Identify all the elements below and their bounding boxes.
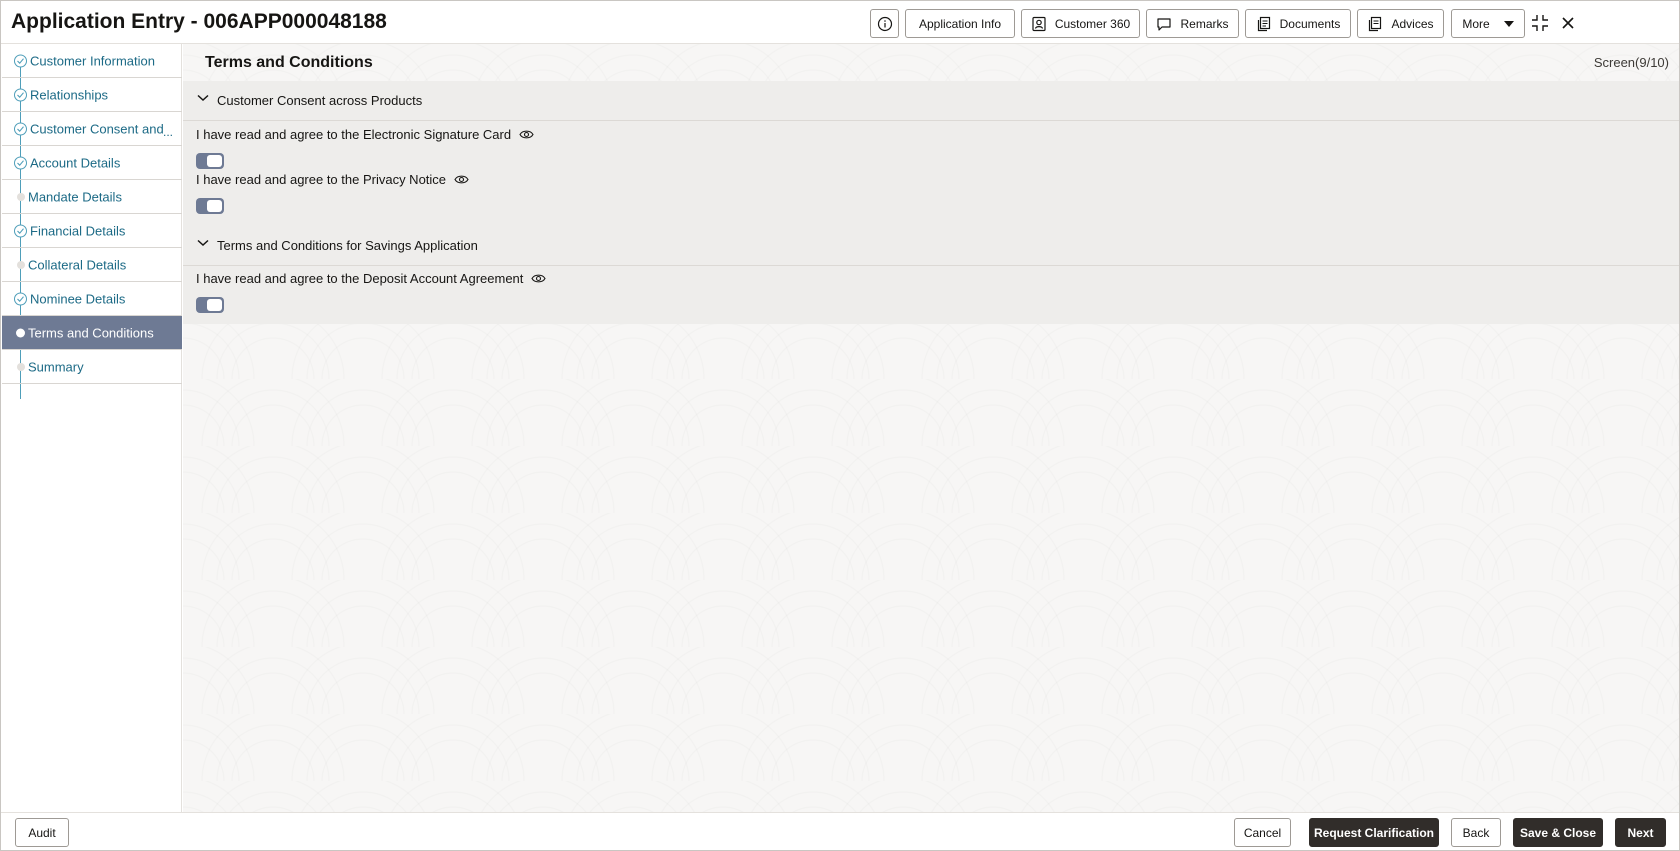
customer-360-button[interactable]: Customer 360 — [1021, 9, 1140, 38]
eye-icon[interactable] — [454, 174, 469, 185]
step-complete-icon — [14, 292, 27, 305]
eye-icon[interactable] — [519, 129, 534, 140]
chevron-down-icon — [197, 239, 209, 247]
screen-indicator: Screen(9/10) — [1593, 55, 1669, 70]
section-title: Customer Consent across Products — [217, 93, 423, 108]
step-collateral-details[interactable]: Collateral Details — [2, 248, 182, 282]
application-info-label: Application Info — [918, 16, 1002, 31]
step-customer-consent[interactable]: Customer Consent and ... — [2, 112, 182, 146]
step-label: Mandate Details — [28, 189, 122, 204]
more-label: More — [1462, 16, 1490, 31]
footer-bar: Audit Cancel Request Clarification Back … — [1, 812, 1679, 850]
advices-icon — [1369, 16, 1382, 31]
advices-button[interactable]: Advices — [1357, 9, 1444, 38]
eye-icon[interactable] — [531, 273, 547, 284]
app-header: Application Entry - 006APP000048188 Appl… — [1, 1, 1679, 44]
customer-360-label: Customer 360 — [1054, 16, 1131, 31]
consent-toggle-electronic-signature[interactable] — [196, 153, 224, 169]
minimize-icon — [1532, 15, 1548, 31]
close-button[interactable] — [1556, 11, 1580, 35]
step-label: Terms and Conditions — [28, 325, 154, 340]
minimize-button[interactable] — [1528, 11, 1552, 35]
sidebar-steps: Customer Information Relationships Custo… — [2, 44, 182, 812]
step-complete-icon — [14, 156, 27, 169]
back-button[interactable]: Back — [1451, 818, 1501, 847]
step-pending-icon — [17, 362, 25, 371]
step-label: Customer Consent and — [30, 121, 164, 136]
consent-toggle-deposit-agreement[interactable] — [196, 297, 224, 313]
consent-label: I have read and agree to the Deposit Acc… — [196, 271, 524, 286]
step-summary[interactable]: Summary — [2, 350, 182, 384]
step-mandate-details[interactable]: Mandate Details — [2, 180, 182, 214]
more-button[interactable]: More — [1451, 9, 1525, 38]
save-close-button[interactable]: Save & Close — [1513, 818, 1603, 847]
next-button[interactable]: Next — [1615, 818, 1666, 847]
page-title: Application Entry - 006APP000048188 — [11, 10, 387, 33]
step-complete-icon — [14, 54, 27, 67]
audit-button[interactable]: Audit — [15, 818, 69, 847]
step-label: Account Details — [30, 155, 121, 170]
documents-button[interactable]: Documents — [1245, 9, 1351, 38]
step-account-details[interactable]: Account Details — [2, 146, 182, 180]
close-icon — [1562, 17, 1574, 29]
consent-item: I have read and agree to the Deposit Acc… — [196, 271, 547, 286]
terms-panel: Customer Consent across Products I have … — [183, 81, 1679, 324]
info-button[interactable] — [870, 9, 899, 38]
section-title: Terms and Conditions for Savings Applica… — [217, 238, 478, 253]
comment-icon — [1157, 17, 1172, 31]
application-info-button[interactable]: Application Info — [905, 9, 1015, 38]
request-clarification-button[interactable]: Request Clarification — [1309, 818, 1439, 847]
step-relationships[interactable]: Relationships — [2, 78, 182, 112]
consent-label: I have read and agree to the Electronic … — [196, 127, 512, 142]
chevron-down-icon — [197, 94, 209, 102]
customer-card-icon — [1032, 16, 1046, 31]
step-label: Financial Details — [30, 223, 126, 238]
cancel-button[interactable]: Cancel — [1234, 818, 1291, 847]
remarks-button[interactable]: Remarks — [1146, 9, 1239, 38]
step-label-ellipsis: ... — [163, 125, 174, 139]
app-window: Application Entry - 006APP000048188 Appl… — [0, 0, 1680, 851]
step-label: Summary — [28, 359, 84, 374]
step-financial-details[interactable]: Financial Details — [2, 214, 182, 248]
consent-label: I have read and agree to the Privacy Not… — [196, 172, 447, 187]
info-icon — [877, 16, 892, 31]
step-complete-icon — [14, 224, 27, 237]
consent-item: I have read and agree to the Electronic … — [196, 127, 534, 142]
consent-item: I have read and agree to the Privacy Not… — [196, 172, 469, 187]
step-label: Relationships — [30, 87, 109, 102]
remarks-label: Remarks — [1180, 16, 1229, 31]
section-header-customer-consent[interactable]: Customer Consent across Products — [183, 81, 1679, 121]
step-nominee-details[interactable]: Nominee Details — [2, 282, 182, 316]
step-label: Collateral Details — [28, 257, 127, 272]
step-label: Nominee Details — [30, 291, 126, 306]
main-content: Terms and Conditions Screen(9/10) Custom… — [183, 44, 1679, 812]
step-pending-icon — [17, 192, 25, 201]
documents-label: Documents — [1279, 16, 1341, 31]
step-current-icon — [16, 328, 25, 337]
step-customer-information[interactable]: Customer Information — [2, 44, 182, 78]
section-page-title: Terms and Conditions — [205, 54, 373, 71]
consent-toggle-privacy-notice[interactable] — [196, 198, 224, 214]
advices-label: Advices — [1391, 16, 1434, 31]
toggle-knob — [207, 200, 222, 212]
step-complete-icon — [14, 88, 27, 101]
documents-icon — [1257, 16, 1270, 31]
step-complete-icon — [14, 122, 27, 135]
section-header-savings-terms[interactable]: Terms and Conditions for Savings Applica… — [183, 226, 1679, 266]
step-label: Customer Information — [30, 53, 155, 68]
caret-down-icon — [1503, 20, 1514, 27]
toggle-knob — [207, 299, 222, 311]
step-terms-and-conditions[interactable]: Terms and Conditions — [2, 316, 182, 350]
step-pending-icon — [17, 260, 25, 269]
toggle-knob — [207, 155, 222, 167]
